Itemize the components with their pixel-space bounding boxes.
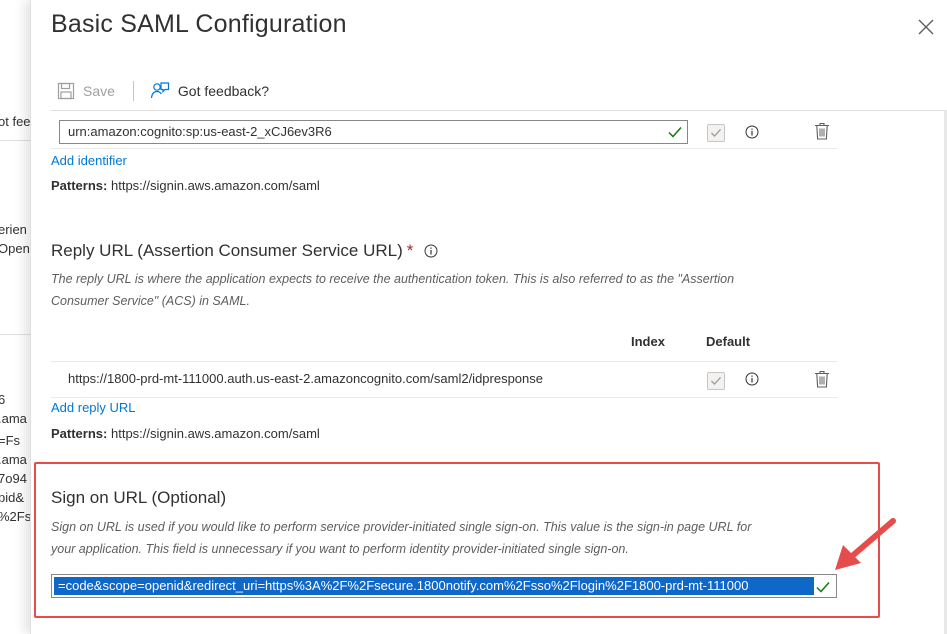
toolbar-separator <box>51 110 945 111</box>
column-header-index: Index <box>631 334 665 349</box>
bg-divider <box>0 140 30 141</box>
reply-url-default-checkbox[interactable] <box>707 372 725 390</box>
bg-text-fragment: 6 <box>0 392 6 407</box>
description-line: The reply URL is where the application e… <box>51 272 735 286</box>
delete-icon[interactable] <box>814 122 830 140</box>
identifier-value: urn:amazon:cognito:sp:us-east-2_xCJ6ev3R… <box>68 124 332 139</box>
save-icon <box>57 82 75 100</box>
description-line: Sign on URL is used if you would like to… <box>51 520 752 534</box>
sign-on-url-value: =code&scope=openid&redirect_uri=https%3A… <box>58 578 749 593</box>
save-button[interactable]: Save <box>57 82 115 100</box>
info-icon[interactable] <box>745 372 759 386</box>
bg-text-fragment: Open <box>0 241 30 256</box>
bg-text-fragment: =Fs <box>0 433 21 448</box>
background-blade: ot fee erien Open 6 .ama =Fs .ama 7o94 p… <box>0 0 30 634</box>
checkmark-icon <box>711 377 721 385</box>
reply-url-patterns: Patterns: https://signin.aws.amazon.com/… <box>51 426 320 441</box>
saml-config-panel: Basic SAML Configuration Save Got feedba… <box>30 0 947 634</box>
sign-on-url-input[interactable]: =code&scope=openid&redirect_uri=https%3A… <box>51 574 837 598</box>
close-icon <box>918 19 934 35</box>
required-marker: * <box>406 241 414 260</box>
description-line: Consumer Service" (ACS) in SAML. <box>51 294 250 308</box>
add-reply-url-link[interactable]: Add reply URL <box>51 400 136 415</box>
bg-divider <box>0 334 30 335</box>
delete-icon[interactable] <box>814 370 830 388</box>
annotation-arrow-icon <box>835 518 896 570</box>
feedback-button[interactable]: Got feedback? <box>150 81 269 101</box>
identifier-input[interactable]: urn:amazon:cognito:sp:us-east-2_xCJ6ev3R… <box>59 120 688 144</box>
identifier-patterns: Patterns: https://signin.aws.amazon.com/… <box>51 178 320 193</box>
save-label: Save <box>83 83 115 99</box>
add-identifier-link[interactable]: Add identifier <box>51 153 127 168</box>
description-line: your application. This field is unnecess… <box>51 542 629 556</box>
patterns-label: Patterns: <box>51 426 108 441</box>
bg-text-fragment: pid& <box>0 490 25 505</box>
row-divider <box>51 148 838 149</box>
command-bar: Save Got feedback? <box>57 78 269 104</box>
sign-on-url-heading: Sign on URL (Optional) <box>51 488 227 507</box>
reply-url-description: The reply URL is where the application e… <box>51 268 871 312</box>
row-divider <box>51 361 838 362</box>
bg-text-fragment: 7o94 <box>0 471 27 486</box>
sign-on-url-description: Sign on URL is used if you would like to… <box>51 516 871 560</box>
patterns-value: https://signin.aws.amazon.com/saml <box>110 178 320 193</box>
patterns-label: Patterns: <box>51 178 108 193</box>
toolbar-divider <box>132 81 134 101</box>
info-icon[interactable] <box>424 244 438 258</box>
patterns-value: https://signin.aws.amazon.com/saml <box>110 426 320 441</box>
reply-url-heading: Reply URL (Assertion Consumer Service UR… <box>51 241 438 261</box>
feedback-icon <box>150 82 170 99</box>
bg-text-fragment: erien <box>0 222 27 237</box>
reply-url-title: Reply URL (Assertion Consumer Service UR… <box>51 241 403 260</box>
column-header-default: Default <box>706 334 751 349</box>
feedback-label: Got feedback? <box>177 83 269 99</box>
info-icon[interactable] <box>745 125 759 139</box>
panel-title: Basic SAML Configuration <box>51 10 347 38</box>
close-button[interactable] <box>915 16 937 38</box>
bg-text-fragment: %2Fs <box>0 509 30 524</box>
reply-url-value[interactable]: https://1800-prd-mt-111000.auth.us-east-… <box>68 371 543 386</box>
checkmark-icon <box>711 129 721 137</box>
bg-text-fragment: .ama <box>0 411 27 426</box>
bg-text-fragment: .ama <box>0 452 27 467</box>
valid-check-icon <box>816 582 830 593</box>
identifier-default-checkbox[interactable] <box>707 124 725 142</box>
bg-text-fragment: ot fee <box>0 114 30 129</box>
valid-check-icon <box>668 127 682 138</box>
row-divider <box>51 397 838 398</box>
